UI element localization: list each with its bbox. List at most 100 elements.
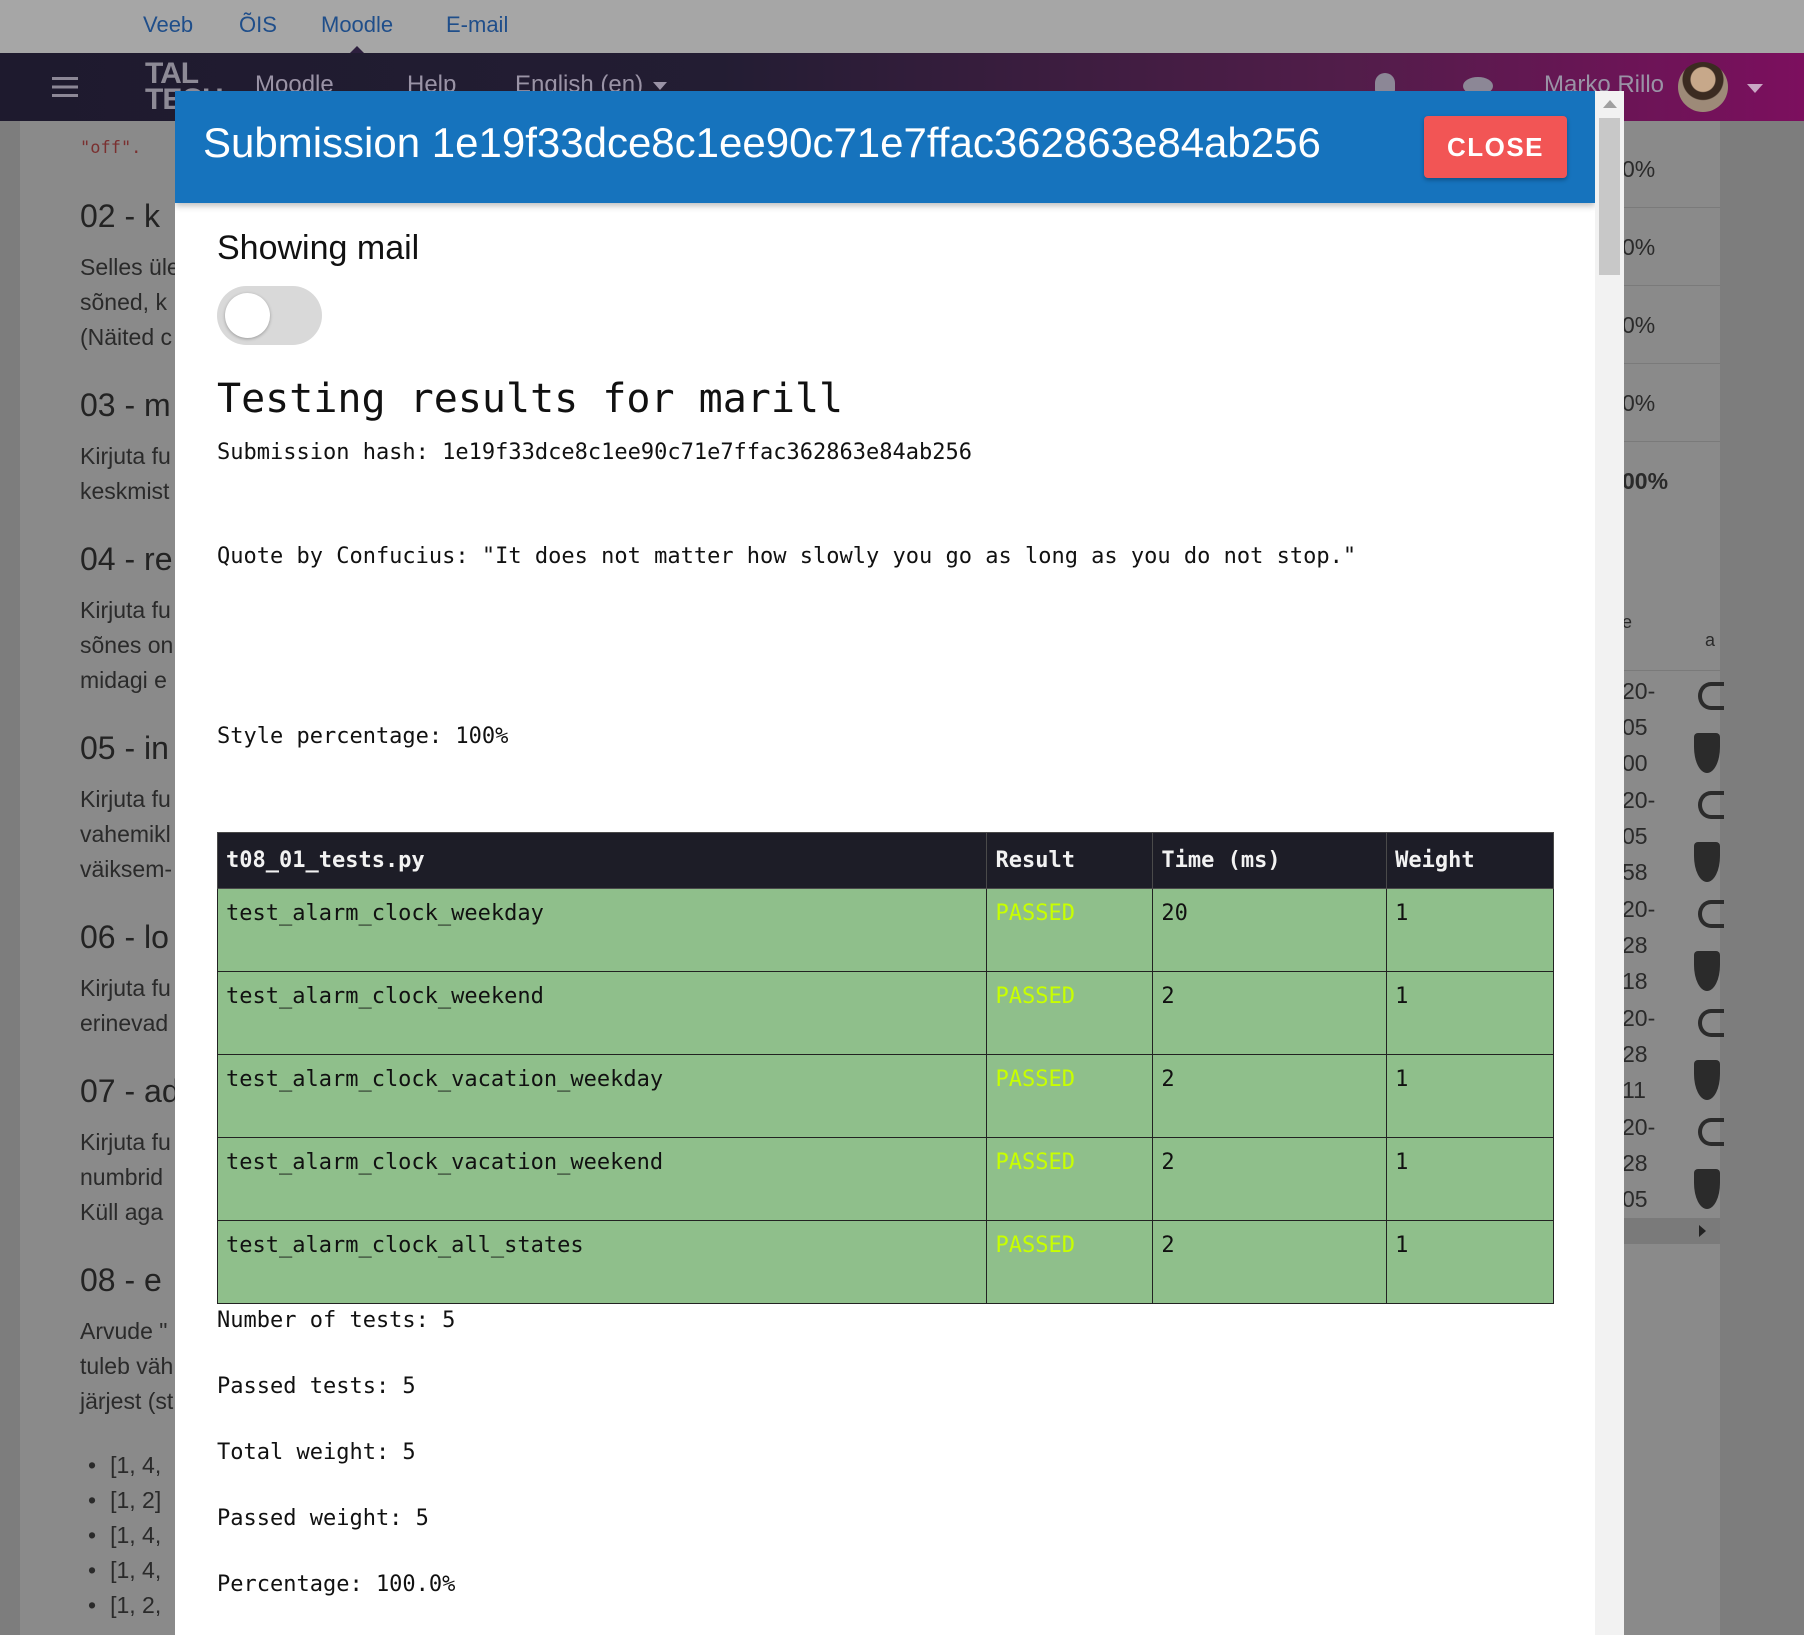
divider — [1622, 285, 1720, 286]
chevron-down-icon — [653, 81, 668, 90]
section-heading: 04 - re — [80, 541, 173, 577]
scroll-up-arrow-icon[interactable] — [1603, 100, 1617, 108]
background-date: 18 — [1622, 968, 1648, 994]
section-line: vahemikl — [80, 821, 171, 847]
avatar[interactable] — [1678, 62, 1728, 112]
modal-header: Submission 1e19f33dce8c1ee90c71e7ffac362… — [175, 91, 1595, 203]
section-line: numbrid — [80, 1164, 164, 1190]
table-row: test_alarm_clock_weekend PASSED 2 1 — [216, 971, 1554, 1055]
view-eye-icon[interactable] — [1698, 791, 1724, 819]
background-date: 28 — [1622, 1041, 1648, 1067]
section-line: Kirjuta fu — [80, 975, 171, 1001]
test-results-table: t08_01_tests.py Result Time (ms) Weight … — [216, 832, 1554, 1304]
showing-mail-toggle[interactable] — [217, 286, 322, 345]
section-heading: 08 - e — [80, 1262, 162, 1298]
divider — [1622, 670, 1720, 671]
top-link-email[interactable]: E-mail — [446, 12, 508, 38]
section-text: Kirjuta fu sõnes on midagi e — [80, 593, 173, 698]
column-header-result: Result — [986, 832, 1154, 889]
section-line: Kirjuta fu — [80, 443, 171, 469]
test-name: test_alarm_clock_all_states — [216, 1220, 988, 1304]
hamburger-menu-icon[interactable] — [52, 77, 78, 97]
test-time: 2 — [1152, 1220, 1388, 1304]
section-line: Selles üle — [80, 254, 180, 280]
table-row: test_alarm_clock_all_states PASSED 2 1 — [216, 1220, 1554, 1304]
test-result: PASSED — [986, 1054, 1154, 1138]
section-text: Kirjuta fu numbrid Küll aga — [80, 1125, 171, 1230]
section-line: sõnes on — [80, 632, 174, 658]
background-horizontal-scrollbar[interactable] — [1622, 1218, 1720, 1244]
background-date: 20- — [1622, 678, 1656, 704]
view-eye-icon[interactable] — [1698, 682, 1724, 710]
section-line: tuleb väh — [80, 1353, 174, 1379]
column-header-test-file: t08_01_tests.py — [216, 832, 988, 889]
percentage-line: Percentage: 100.0% — [217, 1572, 456, 1597]
background-percent: 0% — [1622, 390, 1656, 416]
close-button[interactable]: CLOSE — [1424, 116, 1567, 178]
top-link-ois[interactable]: ÕIS — [239, 12, 277, 38]
test-name: test_alarm_clock_weekday — [216, 888, 988, 972]
section-line: Kirjuta fu — [80, 786, 171, 812]
top-links-bar: Veeb ÕIS Moodle E-mail — [0, 0, 1804, 58]
background-date: 05 — [1622, 823, 1648, 849]
section-text: Kirjuta fu keskmist — [80, 439, 171, 509]
section-line: väiksem- — [80, 856, 173, 882]
section-line: järjest (st — [80, 1388, 174, 1414]
top-link-veeb[interactable]: Veeb — [143, 12, 193, 38]
background-date: 05 — [1622, 1186, 1648, 1212]
view-eye-icon[interactable] — [1698, 900, 1724, 928]
section-text: Arvude " tuleb väh järjest (st — [80, 1314, 173, 1419]
view-eye-icon[interactable] — [1698, 1009, 1724, 1037]
list-item: [1, 2, — [88, 1592, 161, 1619]
background-date: 28 — [1622, 932, 1648, 958]
modal-scrollbar[interactable] — [1595, 91, 1624, 1635]
list-item: [1, 4, — [88, 1557, 161, 1584]
test-time: 2 — [1152, 1137, 1388, 1221]
section-line: Kirjuta fu — [80, 597, 171, 623]
section-line: erinevad — [80, 1010, 169, 1036]
section-heading: 03 - m — [80, 387, 171, 423]
modal-title: Submission 1e19f33dce8c1ee90c71e7ffac362… — [203, 119, 1321, 166]
view-eye-icon[interactable] — [1698, 1118, 1724, 1146]
background-date: 00 — [1622, 750, 1648, 776]
background-code-snippet: "off". — [80, 138, 142, 158]
test-name: test_alarm_clock_vacation_weekend — [216, 1137, 988, 1221]
background-date: 20- — [1622, 787, 1656, 813]
background-date: 20- — [1622, 1114, 1656, 1140]
section-line: Küll aga — [80, 1199, 164, 1225]
scroll-thumb[interactable] — [1599, 118, 1620, 275]
test-weight: 1 — [1386, 1220, 1554, 1304]
showing-mail-label: Showing mail — [217, 229, 420, 267]
test-result: PASSED — [986, 888, 1154, 972]
test-result: PASSED — [986, 1220, 1154, 1304]
user-menu-chevron-down-icon[interactable] — [1747, 84, 1763, 93]
background-column-header: a — [1705, 630, 1716, 650]
table-row: test_alarm_clock_weekday PASSED 20 1 — [216, 888, 1554, 972]
divider — [1622, 441, 1720, 442]
top-link-moodle[interactable]: Moodle — [321, 12, 393, 58]
submission-modal: Submission 1e19f33dce8c1ee90c71e7ffac362… — [175, 91, 1624, 1635]
notifications-bell-icon[interactable] — [1375, 73, 1395, 93]
section-text: Selles üle sõned, k (Näited c — [80, 250, 180, 355]
background-percent: 0% — [1622, 156, 1656, 182]
background-date: 11 — [1622, 1077, 1646, 1103]
column-header-time: Time (ms) — [1152, 832, 1388, 889]
background-percent: 0% — [1622, 312, 1656, 338]
test-weight: 1 — [1386, 1137, 1554, 1221]
divider — [1622, 363, 1720, 364]
list-item: [1, 2] — [88, 1487, 161, 1514]
background-date: 28 — [1622, 1150, 1648, 1176]
section-line: sõned, k — [80, 289, 167, 315]
background-date: 05 — [1622, 714, 1648, 740]
total-weight-line: Total weight: 5 — [217, 1440, 416, 1465]
number-of-tests-line: Number of tests: 5 — [217, 1308, 456, 1333]
section-line: Kirjuta fu — [80, 1129, 171, 1155]
style-percentage-line: Style percentage: 100% — [217, 724, 509, 749]
results-title: Testing results for marill — [217, 376, 844, 422]
section-heading: 02 - k — [80, 198, 161, 234]
table-row: test_alarm_clock_vacation_weekday PASSED… — [216, 1054, 1554, 1138]
table-header-row: t08_01_tests.py Result Time (ms) Weight — [216, 832, 1554, 889]
test-time: 2 — [1152, 971, 1388, 1055]
test-time: 20 — [1152, 888, 1388, 972]
test-result: PASSED — [986, 1137, 1154, 1221]
